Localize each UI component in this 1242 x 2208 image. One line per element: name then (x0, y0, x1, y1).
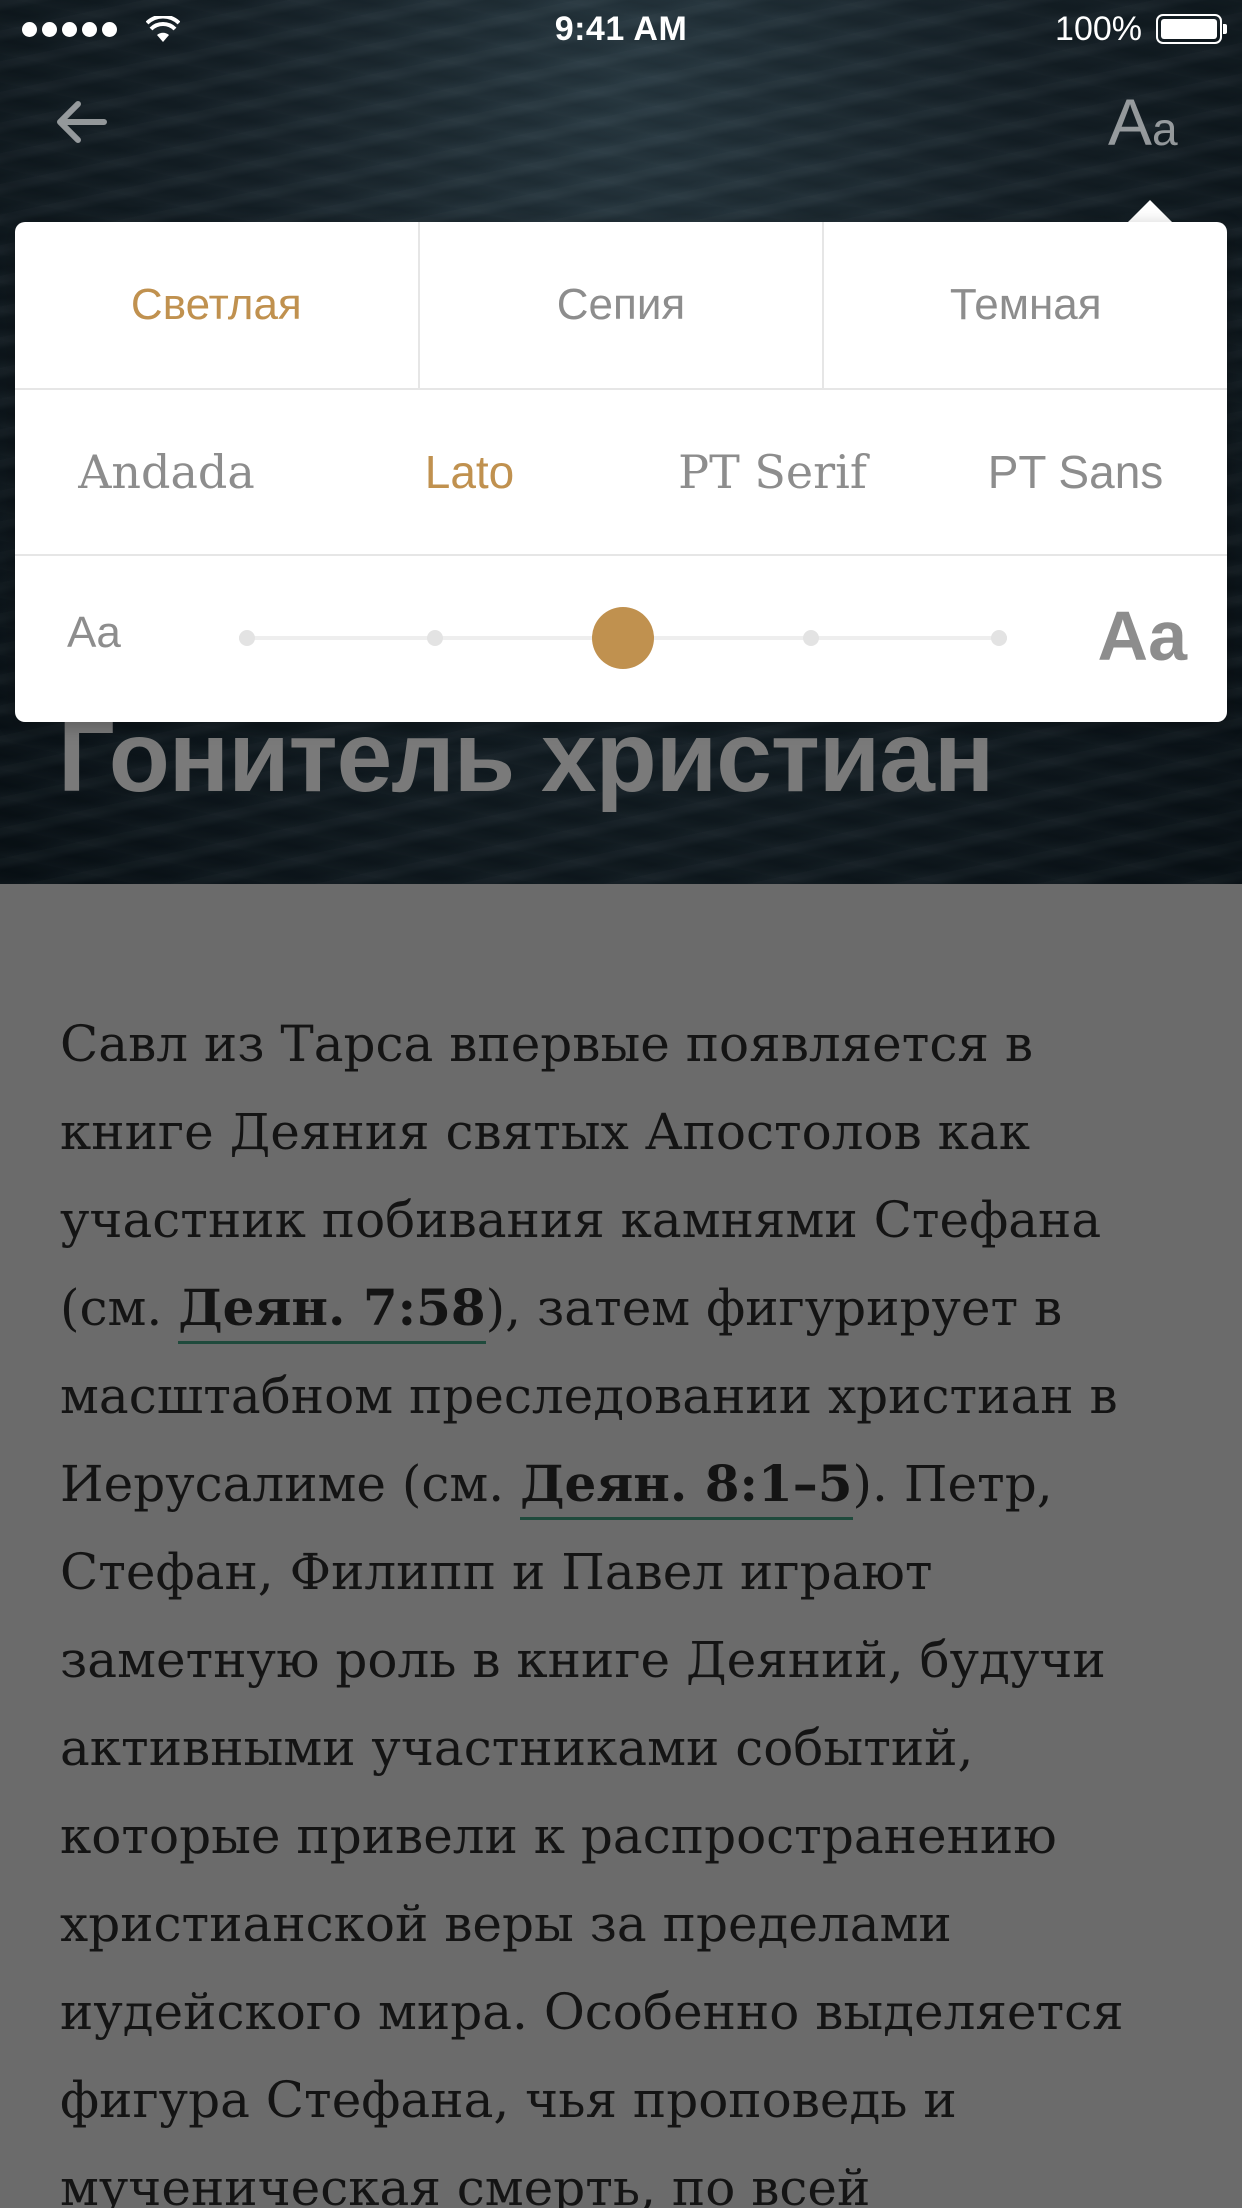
scripture-reference-link[interactable]: Деян. 8:1–5 (520, 1454, 853, 1520)
back-button[interactable] (52, 92, 112, 152)
battery-icon (1156, 14, 1227, 44)
article-line: Стефан, Филипп и Павел играют (60, 1543, 933, 1601)
font-size-icon-small: a (1152, 103, 1178, 155)
article-text-fragment: (см. (60, 1279, 179, 1337)
font-size-icon-large: A (1108, 85, 1153, 159)
slider-thumb[interactable] (592, 607, 654, 669)
text-size-large-label: Aa (1097, 597, 1187, 675)
article-text-fragment: ), затем фигурирует в (485, 1279, 1063, 1337)
article-line: христианской веры за пределами (60, 1895, 952, 1953)
article-line: Иерусалиме (см. Деян. 8:1–5). Петр, (60, 1440, 1200, 1528)
article-text-fragment: ). Петр, (852, 1455, 1053, 1513)
popover-arrow (1128, 200, 1172, 222)
font-option-lato[interactable]: Lato (318, 390, 621, 554)
font-settings-button[interactable]: Aa (1108, 84, 1178, 164)
reader-screen: 9:41 AM 100% Aa Гонитель христиан Савл и… (0, 0, 1242, 2208)
text-size-slider[interactable] (233, 607, 1013, 669)
article-line: книге Деяния святых Апостолов как (60, 1103, 1030, 1161)
theme-option-dark[interactable]: Темная (824, 222, 1227, 388)
article-line: Савл из Тарса впервые появляется в (60, 1015, 1033, 1073)
font-option-andada[interactable]: Andada (15, 390, 318, 554)
slider-step-dot[interactable] (991, 630, 1007, 646)
arrow-left-icon (57, 101, 107, 143)
text-size-selector: Aa Aa (15, 556, 1227, 722)
article-text: Савл из Тарса впервые появляется в книге… (60, 1000, 1200, 2208)
article-line: которые привели к распространению (60, 1807, 1057, 1865)
theme-option-sepia[interactable]: Сепия (420, 222, 825, 388)
theme-option-light[interactable]: Светлая (15, 222, 420, 388)
slider-step-dot[interactable] (803, 630, 819, 646)
font-option-pt-sans[interactable]: PT Sans (924, 390, 1227, 554)
article-line: иудейского мира. Особенно выделяется (60, 1983, 1124, 2041)
font-selector: Andada Lato PT Serif PT Sans (15, 390, 1227, 556)
text-size-small-label: Aa (67, 608, 121, 657)
scripture-reference-link[interactable]: Деян. 7:58 (178, 1278, 486, 1344)
article-line: участник побивания камнями Стефана (60, 1191, 1102, 1249)
article-line: масштабном преследовании христиан в (60, 1367, 1118, 1425)
slider-step-dot[interactable] (239, 630, 255, 646)
theme-selector: Светлая Сепия Темная (15, 222, 1227, 390)
status-bar: 9:41 AM 100% (0, 0, 1242, 60)
slider-step-dot[interactable] (427, 630, 443, 646)
article-line: (см. Деян. 7:58), затем фигурирует в (60, 1264, 1200, 1352)
reading-settings-popover: Светлая Сепия Темная Andada Lato PT Seri… (15, 222, 1227, 722)
font-option-pt-serif[interactable]: PT Serif (621, 390, 924, 554)
battery-percentage: 100% (1055, 10, 1142, 48)
article-text-fragment: Иерусалиме (см. (60, 1455, 521, 1513)
article-line: фигура Стефана, чья проповедь и (60, 2071, 957, 2129)
article-line: заметную роль в книге Деяний, будучи (60, 1631, 1106, 1689)
article-line: мученическая смерть, по всей (60, 2159, 871, 2208)
article-line: активными участниками событий, (60, 1719, 974, 1777)
